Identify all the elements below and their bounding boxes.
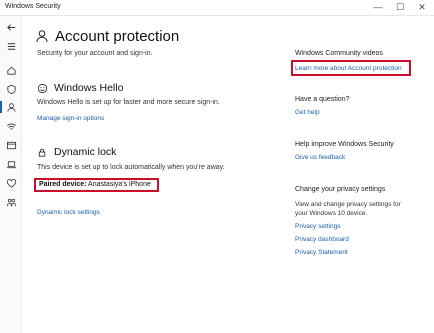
give-feedback-link[interactable]: Give us feedback bbox=[295, 154, 345, 161]
privacy-heading: Change your privacy settings bbox=[295, 186, 386, 193]
person-icon[interactable] bbox=[0, 100, 18, 114]
paired-device-label: Paired device: bbox=[39, 181, 87, 188]
manage-sign-in-options-link[interactable]: Manage sign-in options bbox=[37, 115, 104, 122]
have-question-heading: Have a question? bbox=[295, 96, 350, 103]
privacy-dashboard-link[interactable]: Privacy dashboard bbox=[295, 236, 349, 243]
related-panel: Windows Community videos Learn more abou… bbox=[291, 16, 430, 333]
shield-icon[interactable] bbox=[4, 82, 18, 96]
dynamic-lock-header: Dynamic lock bbox=[37, 146, 116, 158]
learn-more-account-protection-link[interactable]: Learn more about Account protection bbox=[295, 65, 402, 72]
privacy-text: View and change privacy settings for you… bbox=[295, 201, 401, 217]
privacy-statement-link[interactable]: Privacy Statement bbox=[295, 249, 348, 256]
app-browser-icon[interactable] bbox=[4, 138, 18, 152]
window-title: Windows Security bbox=[5, 3, 61, 10]
close-button[interactable]: ✕ bbox=[411, 0, 433, 15]
help-improve-heading: Help improve Windows Security bbox=[295, 141, 394, 148]
privacy-settings-link[interactable]: Privacy settings bbox=[295, 223, 341, 230]
sidebar bbox=[0, 16, 22, 333]
back-arrow-icon[interactable] bbox=[4, 20, 18, 34]
windows-hello-text: Windows Hello is set up for faster and m… bbox=[37, 99, 220, 106]
minimize-button[interactable]: — bbox=[367, 0, 389, 15]
menu-icon[interactable] bbox=[4, 39, 18, 53]
main-content: Account protection Security for your acc… bbox=[34, 16, 275, 333]
laptop-icon[interactable] bbox=[4, 157, 18, 171]
paired-device: Paired device: Anastasiya's iPhone bbox=[34, 178, 159, 192]
dynamic-lock-text: This device is set up to lock automatica… bbox=[37, 164, 225, 171]
lock-icon bbox=[38, 148, 46, 157]
home-icon[interactable] bbox=[4, 63, 18, 77]
wifi-icon[interactable] bbox=[4, 119, 18, 133]
heart-icon[interactable] bbox=[4, 176, 18, 190]
family-icon[interactable] bbox=[4, 195, 18, 209]
smiley-icon bbox=[37, 83, 48, 93]
windows-hello-title: Windows Hello bbox=[54, 82, 124, 94]
page-subtitle: Security for your account and sign-in. bbox=[37, 50, 153, 57]
community-videos-heading: Windows Community videos bbox=[295, 50, 383, 57]
get-help-link[interactable]: Get help bbox=[295, 109, 320, 116]
person-icon bbox=[36, 30, 48, 43]
paired-device-value: Anastasiya's iPhone bbox=[88, 181, 151, 188]
windows-hello-header: Windows Hello bbox=[37, 82, 123, 94]
page-header: Account protection bbox=[35, 26, 179, 46]
page-title: Account protection bbox=[55, 27, 180, 45]
dynamic-lock-settings-link[interactable]: Dynamic lock settings bbox=[37, 209, 100, 216]
title-bar: Windows Security — ☐ ✕ bbox=[0, 0, 434, 16]
dynamic-lock-title: Dynamic lock bbox=[54, 146, 117, 158]
maximize-button[interactable]: ☐ bbox=[389, 0, 411, 15]
